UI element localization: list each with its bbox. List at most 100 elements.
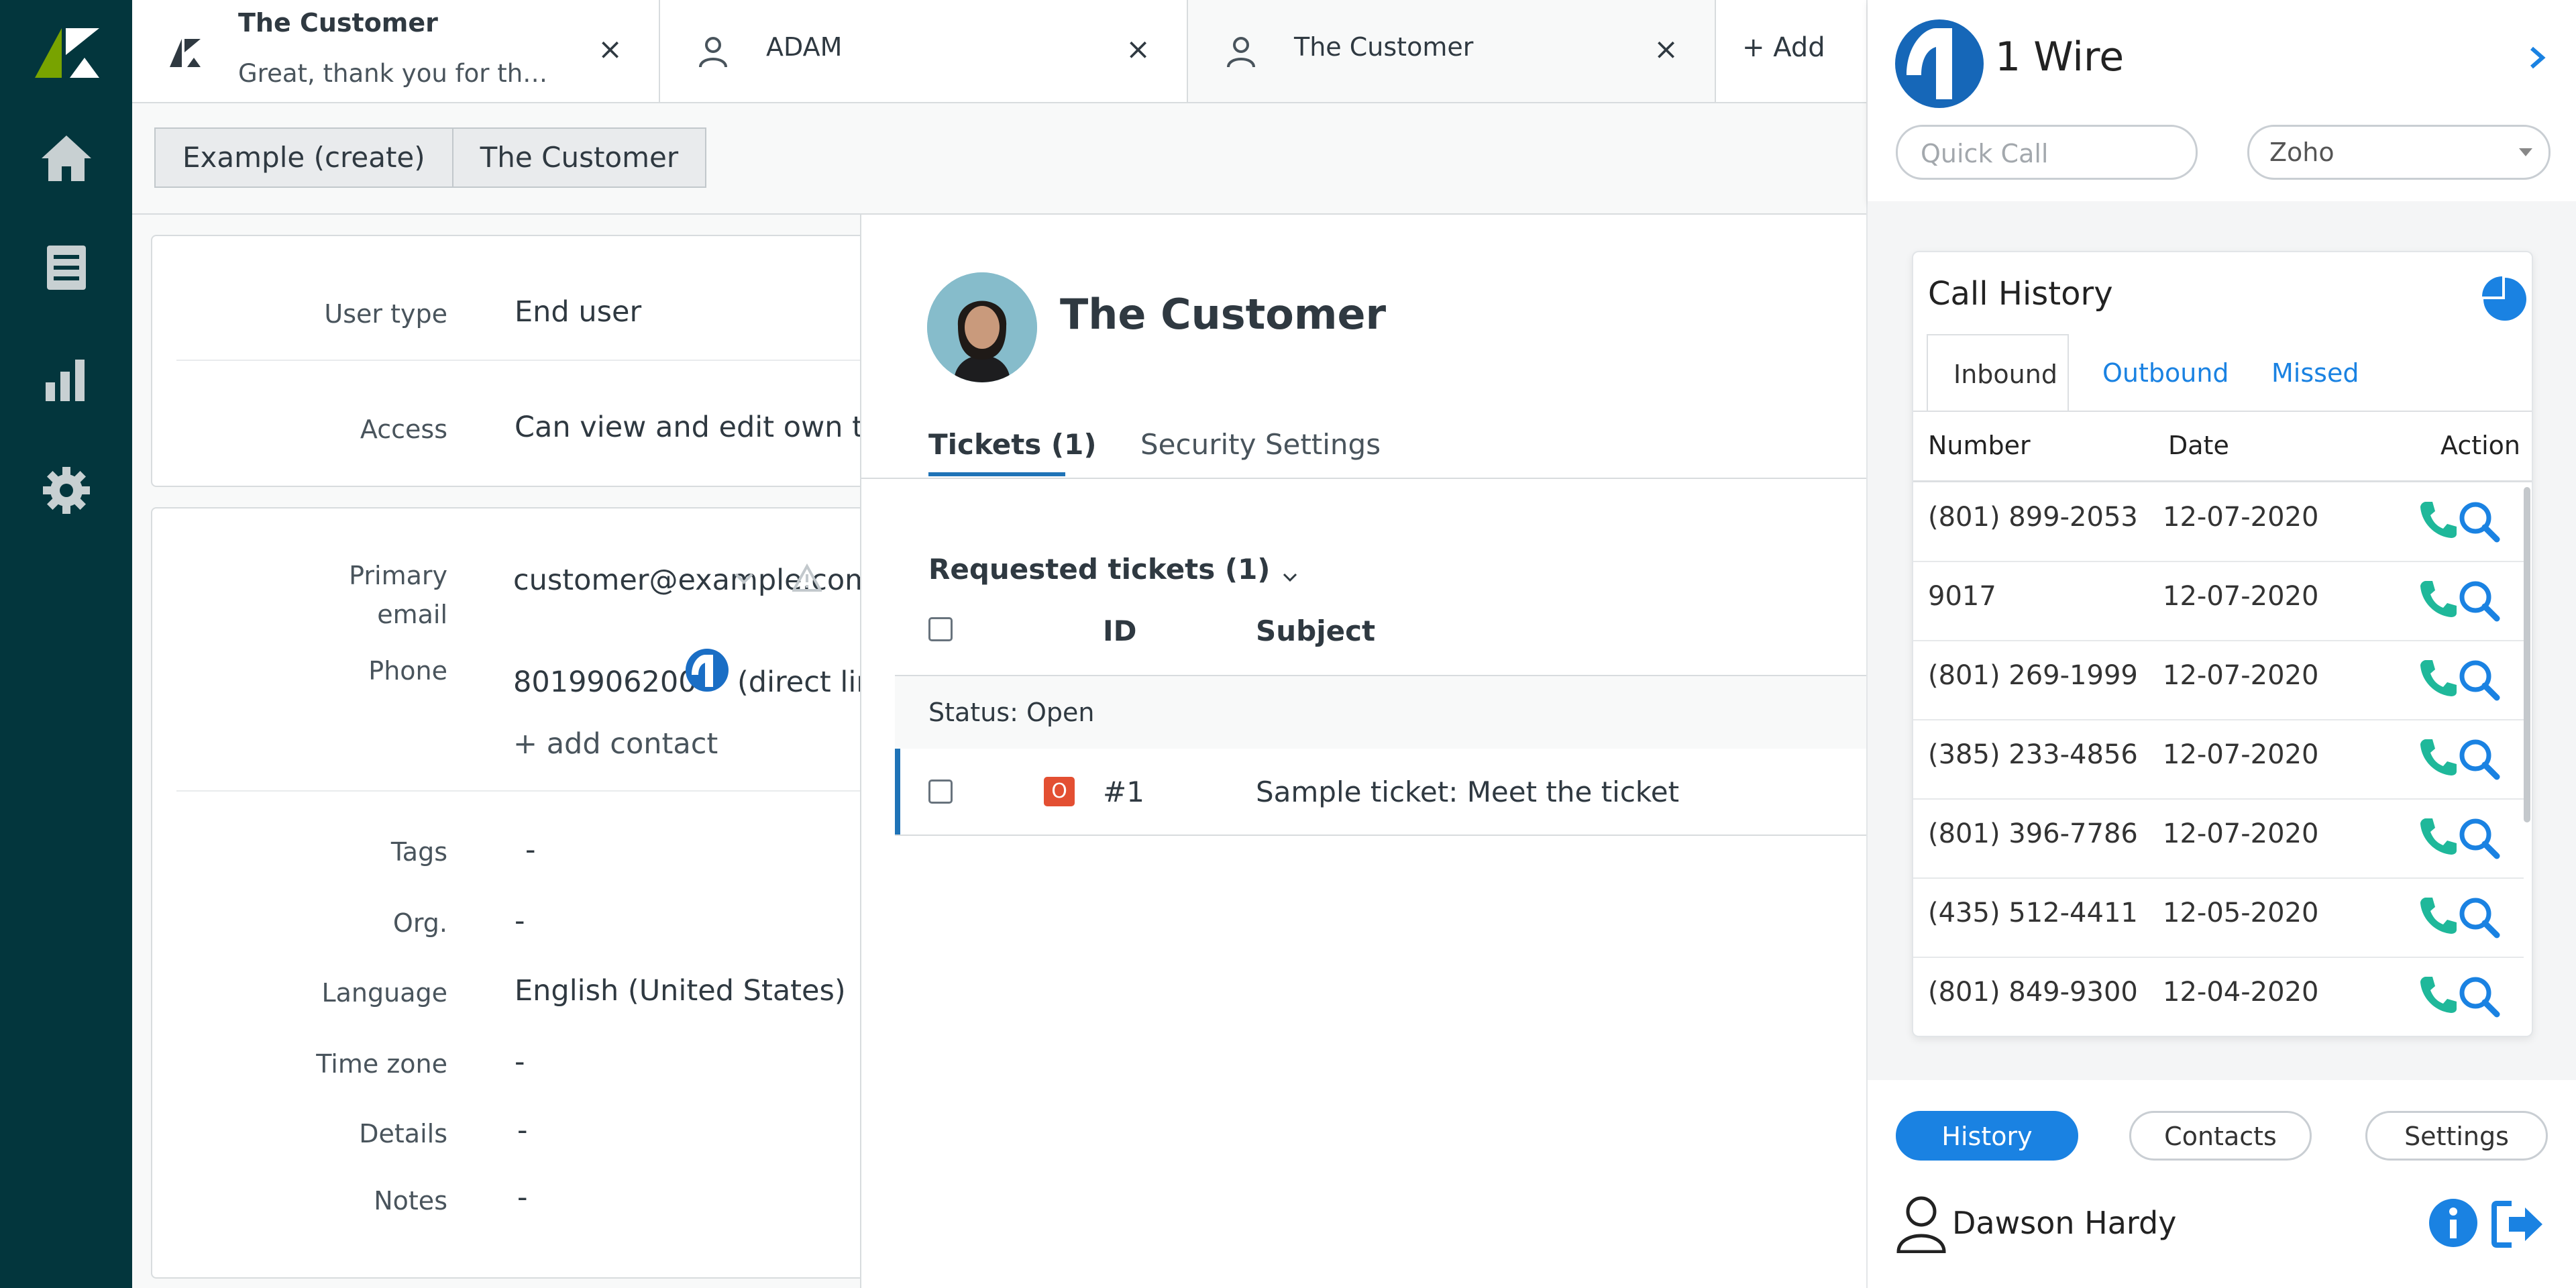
breadcrumb-user[interactable]: The Customer (453, 127, 707, 188)
search-icon[interactable] (2457, 737, 2501, 781)
phone-value[interactable]: 8019906200 (513, 665, 697, 699)
breadcrumb-organization[interactable]: Example (create) (154, 127, 453, 188)
tab-user-the-customer[interactable]: The Customer × (1188, 0, 1716, 102)
status-group-row: Status: Open (895, 676, 1868, 750)
ticket-id[interactable]: #1 (1103, 775, 1144, 808)
history-nav-button[interactable]: History (1896, 1111, 2078, 1161)
tags-label: Tags (390, 837, 447, 867)
call-history-row[interactable]: 9017 12-07-2020 (1913, 561, 2524, 641)
call-back-icon[interactable] (2418, 816, 2458, 856)
1wire-click-to-call-icon[interactable] (685, 648, 729, 692)
user-properties-column: User type End user Access Can view and e… (132, 215, 972, 1288)
chevron-down-icon[interactable] (731, 565, 757, 592)
call-history-row[interactable]: (801) 269-1999 12-07-2020 (1913, 640, 2524, 720)
call-back-icon[interactable] (2418, 974, 2458, 1014)
close-icon[interactable]: × (1126, 32, 1150, 66)
views-icon[interactable] (39, 240, 94, 295)
column-header-id[interactable]: ID (1103, 614, 1137, 647)
call-date: 12-07-2020 (2163, 502, 2319, 533)
column-header-action: Action (2440, 431, 2521, 460)
language-select[interactable]: English (United States) (515, 974, 846, 1008)
call-history-row[interactable]: (801) 849-9300 12-04-2020 (1913, 957, 2524, 1036)
org-select[interactable]: - (515, 904, 525, 938)
tab-outbound[interactable]: Outbound (2102, 358, 2229, 388)
info-icon[interactable] (2428, 1198, 2478, 1248)
tab-missed[interactable]: Missed (2271, 358, 2359, 388)
reporting-icon[interactable] (39, 352, 94, 407)
select-all-checkbox[interactable] (928, 617, 953, 641)
home-icon[interactable] (39, 131, 94, 186)
bottom-nav: History Contacts Settings Dawson Hardy (1868, 1080, 2576, 1288)
call-number: (435) 512-4411 (1928, 898, 2138, 928)
quick-call-input[interactable]: Quick Call (1896, 125, 2198, 180)
scrollbar[interactable] (2524, 487, 2530, 822)
tab-title: The Customer (238, 8, 438, 38)
call-date: 12-07-2020 (2163, 739, 2319, 770)
org-label: Org. (392, 908, 447, 938)
call-history-row[interactable]: (801) 396-7786 12-07-2020 (1913, 798, 2524, 879)
access-select[interactable]: Can view and edit own tick... (515, 411, 904, 444)
tags-value[interactable]: - (525, 833, 536, 867)
call-history-row[interactable]: (385) 233-4856 12-07-2020 (1913, 719, 2524, 800)
call-date: 12-07-2020 (2163, 818, 2319, 849)
search-icon[interactable] (2457, 816, 2501, 860)
call-date: 12-04-2020 (2163, 977, 2319, 1008)
warning-icon (791, 563, 823, 593)
close-icon[interactable]: × (1654, 32, 1678, 66)
search-icon[interactable] (2457, 499, 2501, 543)
chevron-down-icon (2519, 148, 2532, 156)
settings-nav-button[interactable]: Settings (2365, 1111, 2548, 1161)
call-history-list: (801) 899-2053 12-07-2020 9017 12-07-2020 (8… (1913, 482, 2532, 1036)
search-icon[interactable] (2457, 895, 2501, 939)
stats-pie-icon[interactable] (2481, 275, 2529, 323)
call-number: (801) 849-9300 (1928, 977, 2138, 1008)
notes-value[interactable]: - (517, 1181, 528, 1214)
contacts-nav-button[interactable]: Contacts (2129, 1111, 2312, 1161)
call-back-icon[interactable] (2418, 657, 2458, 698)
call-date: 12-07-2020 (2163, 581, 2319, 612)
tab-ticket-the-customer[interactable]: The Customer Great, thank you for the t.… (132, 0, 660, 102)
tab-security-settings[interactable]: Security Settings (1140, 428, 1381, 461)
call-history-row[interactable]: (801) 899-2053 12-07-2020 (1913, 482, 2524, 562)
call-history-row[interactable]: (435) 512-4411 12-05-2020 (1913, 877, 2524, 958)
logout-icon[interactable] (2491, 1199, 2545, 1249)
admin-gear-icon[interactable] (39, 463, 94, 518)
tab-inbound[interactable]: Inbound (1927, 334, 2069, 412)
chevron-right-icon[interactable] (2524, 44, 2551, 71)
user-type-select[interactable]: End user (515, 295, 641, 329)
tab-tickets[interactable]: Tickets (1) (928, 428, 1097, 461)
zendesk-logo-icon[interactable] (35, 28, 99, 78)
call-back-icon[interactable] (2418, 499, 2458, 539)
search-icon[interactable] (2457, 578, 2501, 623)
tab-user-adam[interactable]: ADAM × (660, 0, 1188, 102)
requested-tickets-toggle[interactable]: Requested tickets (1) (928, 553, 1300, 586)
requested-tickets-label: Requested tickets (1) (928, 553, 1271, 586)
crm-select[interactable]: Zoho (2247, 125, 2551, 180)
call-back-icon[interactable] (2418, 578, 2458, 619)
call-back-icon[interactable] (2418, 895, 2458, 935)
close-icon[interactable]: × (598, 32, 623, 66)
tabs-divider (861, 478, 1868, 479)
tab-title: The Customer (1294, 32, 1474, 62)
workspace-tabbar: The Customer Great, thank you for the t.… (132, 0, 1866, 103)
search-icon[interactable] (2457, 974, 2501, 1018)
user-icon (1894, 1193, 1948, 1254)
call-number: (801) 269-1999 (1928, 660, 2138, 691)
add-tab-button[interactable]: + Add (1742, 32, 1825, 63)
notes-label: Notes (374, 1186, 447, 1216)
avatar (927, 272, 1037, 382)
search-icon[interactable] (2457, 657, 2501, 702)
row-checkbox[interactable] (928, 780, 953, 804)
crm-select-value: Zoho (2269, 138, 2334, 167)
language-label: Language (321, 978, 447, 1008)
profile-name: The Customer (1060, 290, 1387, 339)
1wire-logo-icon (1894, 19, 1984, 109)
details-value[interactable]: - (517, 1114, 528, 1147)
call-back-icon[interactable] (2418, 737, 2458, 777)
add-contact-link[interactable]: + add contact (513, 727, 718, 761)
ticket-subject[interactable]: Sample ticket: Meet the ticket (1256, 775, 1679, 808)
timezone-select[interactable]: - (515, 1045, 525, 1079)
table-row[interactable]: O #1 Sample ticket: Meet the ticket (895, 749, 1868, 836)
tab-subtitle: Great, thank you for the t... (238, 59, 553, 88)
column-header-subject[interactable]: Subject (1256, 614, 1375, 647)
